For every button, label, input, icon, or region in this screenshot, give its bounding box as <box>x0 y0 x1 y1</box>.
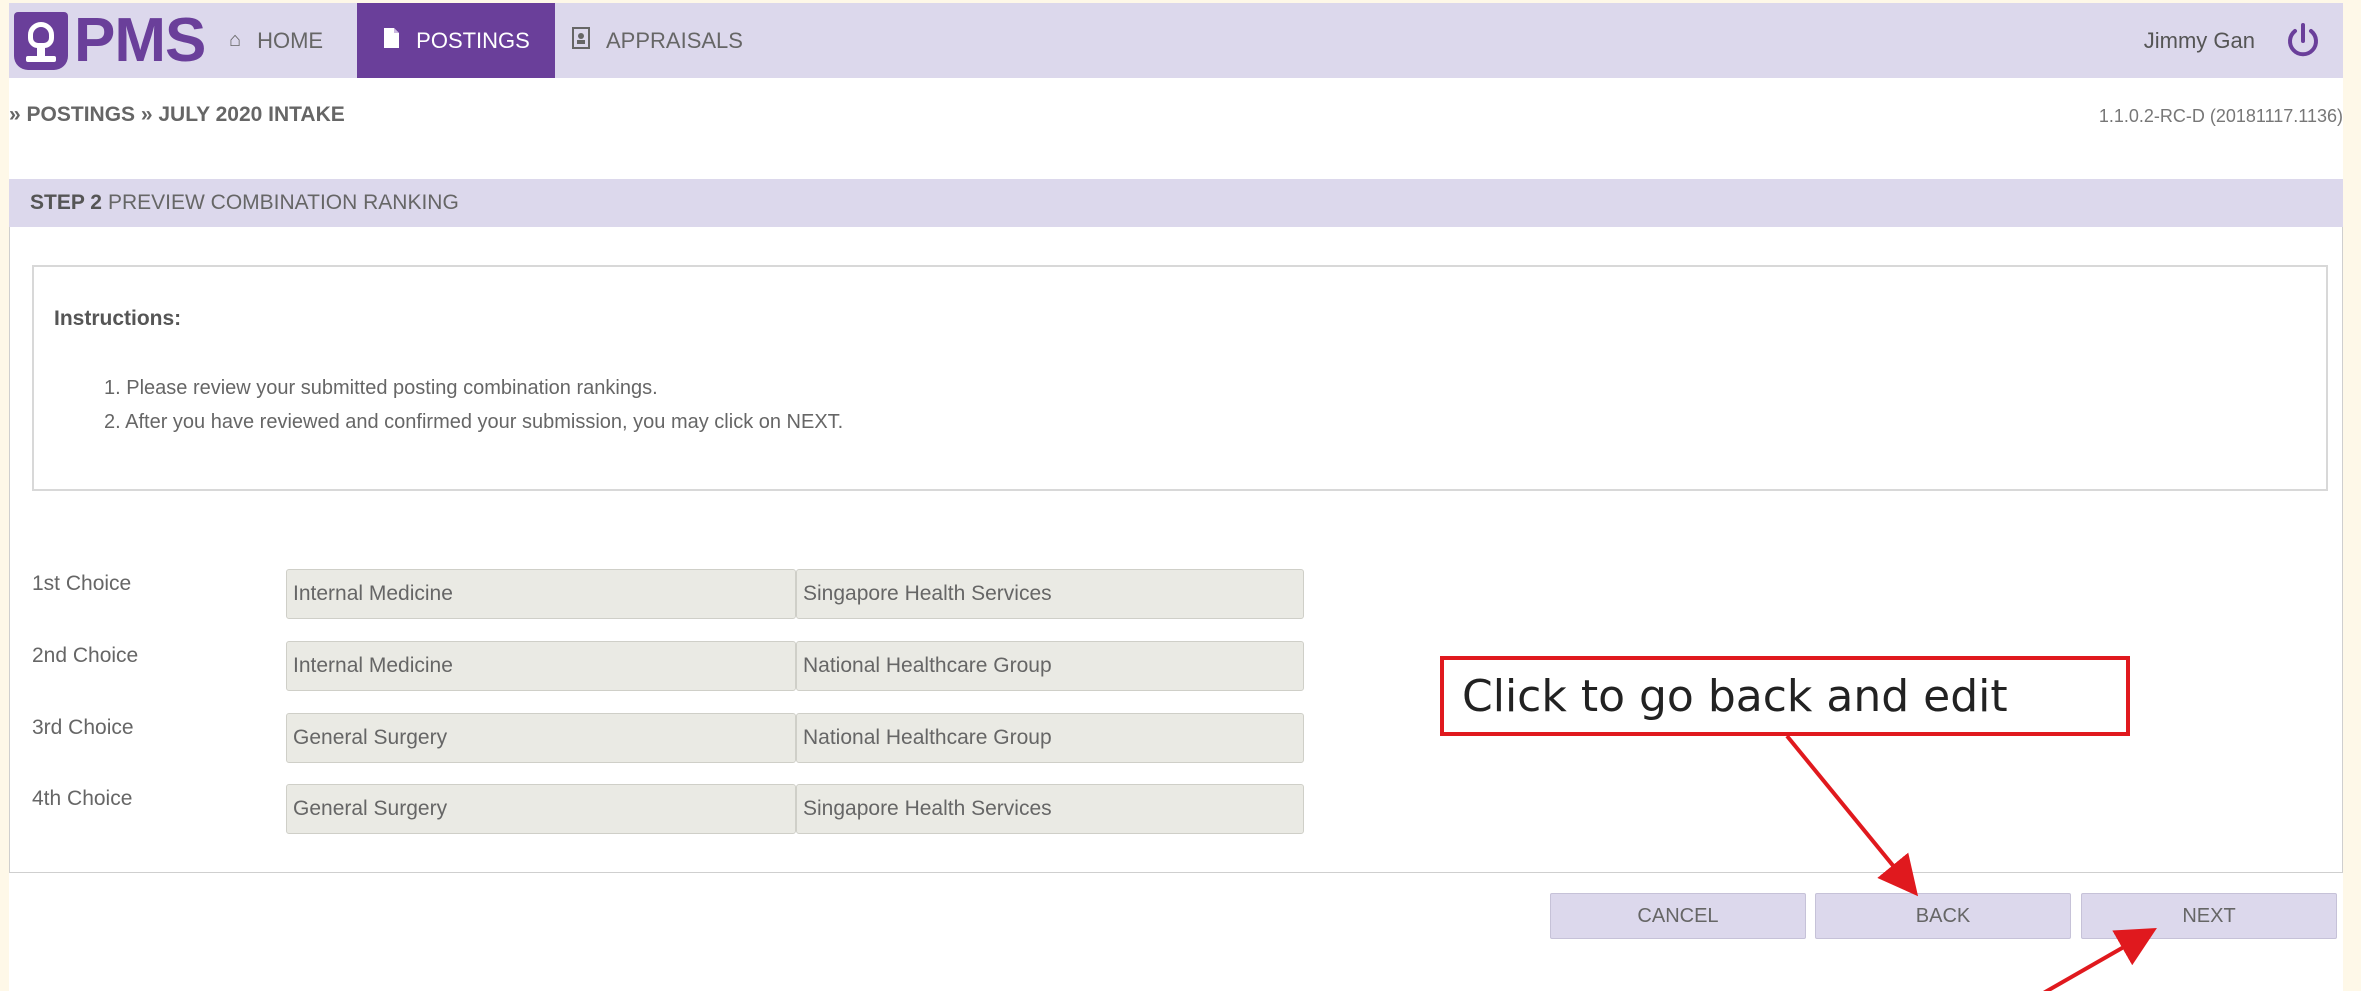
choice-label: 4th Choice <box>32 787 133 810</box>
logo-text: PMS <box>74 6 206 75</box>
instruction-item: 1. Please review your submitted posting … <box>104 377 658 399</box>
cancel-button[interactable]: CANCEL <box>1550 893 1806 939</box>
badge-icon <box>572 26 590 55</box>
cluster-field: National Healthcare Group <box>796 641 1304 691</box>
cluster-field: National Healthcare Group <box>796 713 1304 763</box>
step-header: STEP 2 PREVIEW COMBINATION RANKING <box>9 179 2343 227</box>
specialty-field: General Surgery <box>286 713 796 763</box>
page: PMS ⌂ HOME POSTINGS APPRAISALS Jimmy Gan <box>9 3 2343 991</box>
instructions-box: Instructions: 1. Please review your subm… <box>32 265 2328 491</box>
instructions-list: 1. Please review your submitted posting … <box>104 371 843 439</box>
breadcrumb: » POSTINGS » JULY 2020 INTAKE <box>9 103 345 126</box>
logo[interactable]: PMS <box>14 6 206 75</box>
specialty-field: Internal Medicine <box>286 569 796 619</box>
next-button[interactable]: NEXT <box>2081 893 2337 939</box>
nav-home[interactable]: ⌂ HOME <box>229 3 359 78</box>
specialty-field: Internal Medicine <box>286 641 796 691</box>
step-number: STEP 2 <box>30 191 102 214</box>
back-button[interactable]: BACK <box>1815 893 2071 939</box>
cluster-field: Singapore Health Services <box>796 784 1304 834</box>
instructions-title: Instructions: <box>54 307 182 330</box>
home-icon: ⌂ <box>229 29 242 51</box>
step-body: Instructions: 1. Please review your subm… <box>9 227 2343 873</box>
choice-label: 2nd Choice <box>32 644 139 667</box>
annotation-callout: Click to go back and edit <box>1440 656 2130 736</box>
power-icon[interactable] <box>2283 21 2323 61</box>
nav-appraisals-label: APPRAISALS <box>606 27 743 53</box>
user-name[interactable]: Jimmy Gan <box>2144 3 2255 78</box>
top-navbar: PMS ⌂ HOME POSTINGS APPRAISALS Jimmy Gan <box>9 3 2343 78</box>
choice-label: 1st Choice <box>32 572 132 595</box>
nav-appraisals[interactable]: APPRAISALS <box>572 3 772 78</box>
nav-postings[interactable]: POSTINGS <box>357 3 555 78</box>
specialty-field: General Surgery <box>286 784 796 834</box>
nav-postings-label: POSTINGS <box>416 27 530 53</box>
step-title: PREVIEW COMBINATION RANKING <box>107 191 459 214</box>
cluster-field: Singapore Health Services <box>796 569 1304 619</box>
document-icon <box>382 27 400 55</box>
nav-home-label: HOME <box>257 27 324 53</box>
trophy-icon <box>14 12 68 70</box>
version-label: 1.1.0.2-RC-D (20181117.1136) <box>2098 106 2343 126</box>
choice-label: 3rd Choice <box>32 716 134 739</box>
instruction-item: 2. After you have reviewed and confirmed… <box>104 411 844 433</box>
